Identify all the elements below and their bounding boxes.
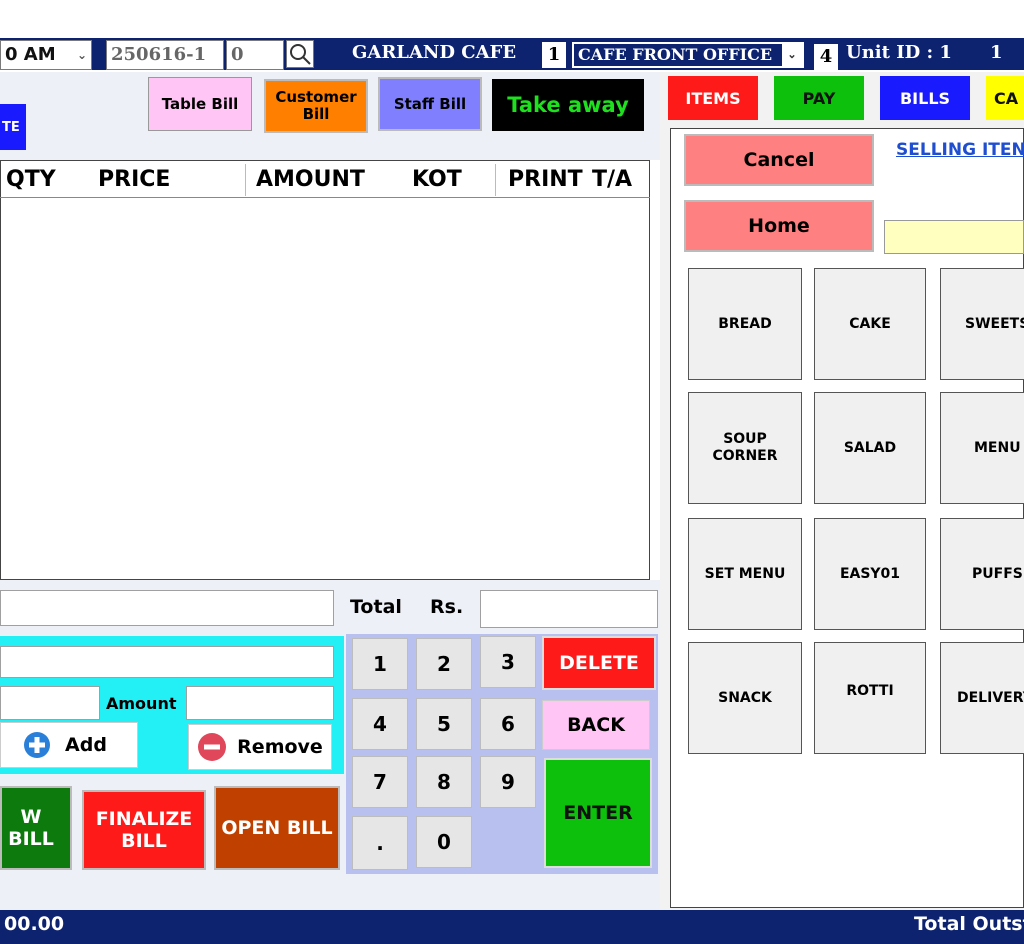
- unit-id-value: 1: [990, 42, 1003, 63]
- category-delivery[interactable]: DELIVERY: [940, 642, 1024, 754]
- search-icon: [290, 44, 311, 65]
- category-bread[interactable]: BREAD: [688, 268, 802, 380]
- delete-button[interactable]: DELETE: [542, 636, 656, 690]
- col-divider: [245, 164, 246, 196]
- finalize-bill-button[interactable]: FINALIZE BILL: [82, 790, 206, 870]
- home-button[interactable]: Home: [684, 200, 874, 252]
- status-bar: [0, 910, 1024, 944]
- tab-pay[interactable]: PAY: [774, 76, 864, 120]
- remove-label: Remove: [237, 736, 323, 758]
- partial-button[interactable]: TE: [0, 104, 26, 150]
- location-value: CAFE FRONT OFFICE: [578, 45, 773, 64]
- bill-items-table[interactable]: [0, 160, 650, 580]
- currency-label: Rs.: [430, 596, 464, 618]
- key-2[interactable]: 2: [416, 638, 472, 690]
- key-9[interactable]: 9: [480, 756, 536, 808]
- category-salad[interactable]: SALAD: [814, 392, 926, 504]
- total-outstanding-label: Total Outst: [914, 913, 1024, 935]
- bill-sub-field[interactable]: 0: [226, 40, 284, 70]
- category-cake[interactable]: CAKE: [814, 268, 926, 380]
- total-label: Total: [350, 596, 402, 618]
- key-0[interactable]: 0: [416, 816, 472, 868]
- status-left-value: 00.00: [4, 913, 65, 935]
- category-set-menu[interactable]: SET MENU: [688, 518, 802, 630]
- minus-circle-icon: [198, 733, 227, 761]
- key-dot[interactable]: .: [352, 816, 408, 870]
- cancel-button[interactable]: Cancel: [684, 134, 874, 186]
- qty-field[interactable]: [0, 686, 100, 720]
- key-1[interactable]: 1: [352, 638, 408, 690]
- add-button[interactable]: Add: [0, 722, 138, 768]
- plus-circle-icon: [24, 732, 51, 758]
- category-soup-corner[interactable]: SOUP CORNER: [688, 392, 802, 504]
- category-sweets[interactable]: SWEETS: [940, 268, 1024, 380]
- cafe-name: GARLAND CAFE: [352, 42, 517, 63]
- key-8[interactable]: 8: [416, 756, 472, 808]
- station-number: 4: [814, 44, 838, 70]
- item-filter-field[interactable]: [884, 220, 1024, 254]
- back-button[interactable]: BACK: [542, 700, 650, 750]
- enter-button[interactable]: ENTER: [544, 758, 652, 868]
- search-button[interactable]: [286, 40, 314, 68]
- col-divider: [495, 164, 496, 196]
- col-ta: T/A: [592, 167, 633, 192]
- category-easy01[interactable]: EASY01: [814, 518, 926, 630]
- amount-label: Amount: [106, 694, 177, 713]
- key-3[interactable]: 3: [480, 636, 536, 688]
- item-name-field[interactable]: [0, 646, 334, 678]
- customer-bill-button[interactable]: Customer Bill: [264, 79, 368, 133]
- bill-number-field[interactable]: 250616-1: [106, 40, 224, 70]
- category-rotti[interactable]: ROTTI: [814, 642, 926, 754]
- col-qty: QTY: [6, 167, 56, 192]
- unit-id-label: Unit ID : 1: [846, 42, 952, 63]
- key-6[interactable]: 6: [480, 698, 536, 750]
- category-menu[interactable]: MENU: [940, 392, 1024, 504]
- terminal-number: 1: [542, 42, 566, 68]
- tab-cash[interactable]: CA: [986, 76, 1024, 120]
- category-puffs[interactable]: PUFFS: [940, 518, 1024, 630]
- table-bill-button[interactable]: Table Bill: [148, 77, 252, 131]
- key-5[interactable]: 5: [416, 698, 472, 750]
- remove-button[interactable]: Remove: [188, 724, 332, 770]
- chevron-down-icon: ⌄: [782, 44, 802, 66]
- col-amount: AMOUNT: [256, 167, 365, 192]
- col-kot: KOT: [412, 167, 462, 192]
- item-search-field[interactable]: [0, 590, 334, 626]
- open-bill-button[interactable]: OPEN BILL: [214, 786, 340, 870]
- col-price: PRICE: [98, 167, 171, 192]
- staff-bill-button[interactable]: Staff Bill: [378, 77, 482, 131]
- location-select[interactable]: CAFE FRONT OFFICE ⌄: [572, 42, 804, 68]
- key-4[interactable]: 4: [352, 698, 408, 750]
- takeaway-button[interactable]: Take away: [492, 79, 644, 131]
- total-value-field: [480, 590, 658, 628]
- new-bill-button[interactable]: W BILL: [0, 786, 72, 870]
- amount-field[interactable]: [186, 686, 334, 720]
- tab-bills[interactable]: BILLS: [880, 76, 970, 120]
- category-snack[interactable]: SNACK: [688, 642, 802, 754]
- chevron-down-icon: ⌄: [76, 48, 87, 62]
- selling-items-link[interactable]: SELLING ITEN: [896, 140, 1024, 160]
- add-label: Add: [65, 734, 107, 756]
- key-7[interactable]: 7: [352, 756, 408, 808]
- time-value: 0 AM: [5, 44, 56, 65]
- tab-items[interactable]: ITEMS: [668, 76, 758, 120]
- time-select[interactable]: 0 AM ⌄: [0, 40, 92, 70]
- col-print: PRINT: [508, 167, 583, 192]
